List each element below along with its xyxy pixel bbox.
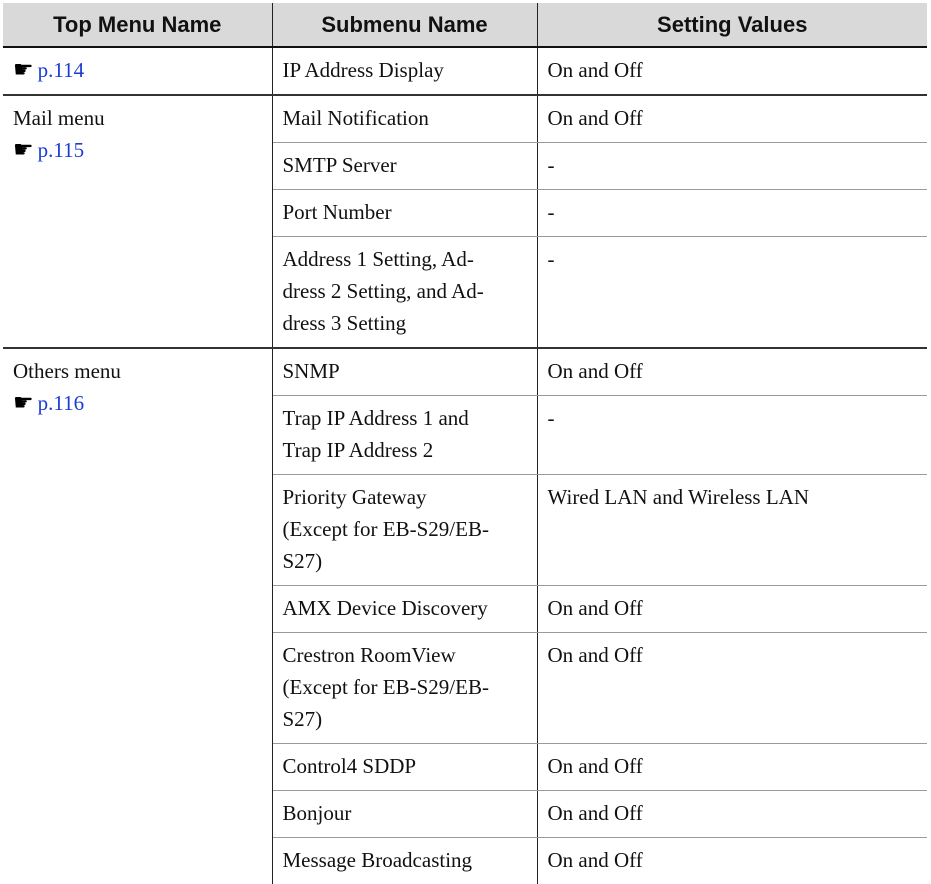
submenu-cell: Control4 SDDP xyxy=(272,744,537,791)
submenu-cell: SNMP xyxy=(272,348,537,396)
value-cell: On and Off xyxy=(537,586,927,633)
value-cell: On and Off xyxy=(537,791,927,838)
pointing-hand-icon: ☛ xyxy=(13,59,34,82)
header-top-menu-name: Top Menu Name xyxy=(3,3,272,47)
submenu-cell: Mail Notification xyxy=(272,95,537,143)
value-cell: On and Off xyxy=(537,47,927,95)
submenu-cell: Address 1 Setting, Ad- dress 2 Setting, … xyxy=(272,237,537,349)
value-cell: - xyxy=(537,190,927,237)
submenu-cell: Crestron RoomView (Except for EB-S29/EB-… xyxy=(272,633,537,744)
value-cell: Wired LAN and Wireless LAN xyxy=(537,475,927,586)
submenu-cell: Trap IP Address 1 and Trap IP Address 2 xyxy=(272,396,537,475)
submenu-cell: IP Address Display xyxy=(272,47,537,95)
pointing-hand-icon: ☛ xyxy=(13,392,34,415)
page-ref-link[interactable]: p.115 xyxy=(38,138,84,162)
submenu-cell: Message Broadcasting xyxy=(272,838,537,884)
submenu-cell: Port Number xyxy=(272,190,537,237)
top-menu-cell-network: ☛p.114 xyxy=(3,47,272,95)
value-cell: On and Off xyxy=(537,838,927,884)
pointing-hand-icon: ☛ xyxy=(13,139,34,162)
page-ref-link[interactable]: p.116 xyxy=(38,391,84,415)
top-menu-cell-others: Others menu ☛p.116 xyxy=(3,348,272,884)
page-ref-link[interactable]: p.114 xyxy=(38,58,84,82)
value-cell: On and Off xyxy=(537,95,927,143)
table-row: Mail menu ☛p.115 Mail Notification On an… xyxy=(3,95,927,143)
settings-table: Top Menu Name Submenu Name Setting Value… xyxy=(3,3,927,884)
value-cell: On and Off xyxy=(537,348,927,396)
submenu-cell: SMTP Server xyxy=(272,143,537,190)
submenu-cell: AMX Device Discovery xyxy=(272,586,537,633)
value-cell: - xyxy=(537,237,927,349)
value-cell: - xyxy=(537,396,927,475)
top-menu-cell-mail: Mail menu ☛p.115 xyxy=(3,95,272,348)
submenu-cell: Bonjour xyxy=(272,791,537,838)
header-row: Top Menu Name Submenu Name Setting Value… xyxy=(3,3,927,47)
top-menu-name: Others menu xyxy=(13,355,262,387)
value-cell: - xyxy=(537,143,927,190)
value-cell: On and Off xyxy=(537,633,927,744)
value-cell: On and Off xyxy=(537,744,927,791)
table-row: Others menu ☛p.116 SNMP On and Off xyxy=(3,348,927,396)
submenu-cell: Priority Gateway (Except for EB-S29/EB- … xyxy=(272,475,537,586)
header-setting-values: Setting Values xyxy=(537,3,927,47)
table-row: ☛p.114 IP Address Display On and Off xyxy=(3,47,927,95)
header-submenu-name: Submenu Name xyxy=(272,3,537,47)
top-menu-name: Mail menu xyxy=(13,102,262,134)
